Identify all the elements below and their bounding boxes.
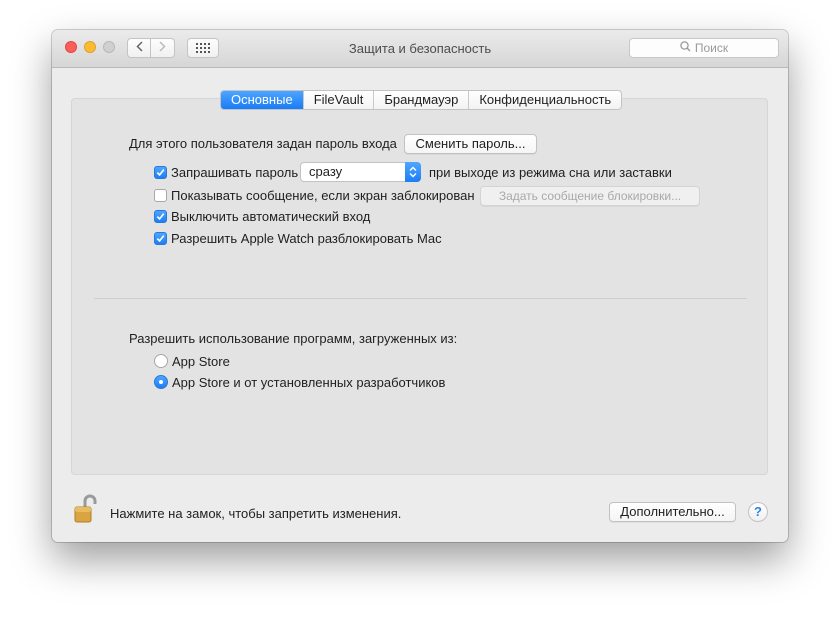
tab-filevault[interactable]: FileVault: [302, 91, 374, 109]
radio-app-store-identified[interactable]: [154, 375, 168, 389]
tab-general[interactable]: Основные: [221, 91, 303, 109]
radio-app-store[interactable]: [154, 354, 168, 368]
search-placeholder: Поиск: [694, 41, 729, 55]
password-delay-select[interactable]: сразу: [300, 162, 421, 182]
change-password-button[interactable]: Сменить пароль...: [404, 134, 537, 154]
require-password-label: Запрашивать пароль: [171, 165, 299, 180]
section-divider: [94, 298, 747, 299]
title-bar: Защита и безопасность Поиск: [52, 30, 788, 68]
lock-instruction-text: Нажмите на замок, чтобы запретить измене…: [110, 506, 402, 521]
require-password-suffix: при выходе из режима сна или заставки: [429, 165, 672, 180]
set-lock-message-button[interactable]: Задать сообщение блокировки...: [480, 186, 700, 206]
show-message-checkbox[interactable]: [154, 189, 167, 202]
require-password-checkbox[interactable]: [154, 166, 167, 179]
tab-firewall[interactable]: Брандмауэр: [373, 91, 468, 109]
allow-apps-heading: Разрешить использование программ, загруж…: [129, 331, 458, 346]
password-delay-value: сразу: [309, 164, 343, 179]
tab-bar: Основные FileVault Брандмауэр Конфиденци…: [220, 90, 623, 110]
disable-autologin-label: Выключить автоматический вход: [171, 209, 371, 224]
radio-app-store-identified-label: App Store и от установленных разработчик…: [172, 375, 446, 390]
radio-app-store-label: App Store: [172, 354, 230, 369]
updown-arrows-icon: [405, 162, 421, 182]
search-icon: [680, 41, 691, 55]
advanced-button[interactable]: Дополнительно...: [609, 502, 736, 522]
help-button[interactable]: ?: [748, 502, 768, 522]
apple-watch-unlock-checkbox[interactable]: [154, 232, 167, 245]
disable-autologin-checkbox[interactable]: [154, 210, 167, 223]
tab-privacy[interactable]: Конфиденциальность: [468, 91, 621, 109]
preferences-window: Защита и безопасность Поиск Основные Fil…: [52, 30, 788, 542]
unlocked-lock-icon[interactable]: [73, 494, 99, 527]
show-message-label: Показывать сообщение, если экран заблоки…: [171, 188, 475, 203]
password-status-label: Для этого пользователя задан пароль вход…: [129, 136, 397, 151]
apple-watch-unlock-label: Разрешить Apple Watch разблокировать Mac: [171, 231, 442, 246]
question-mark-icon: ?: [754, 504, 762, 519]
search-field[interactable]: Поиск: [629, 38, 779, 58]
content-panel: [71, 98, 768, 475]
